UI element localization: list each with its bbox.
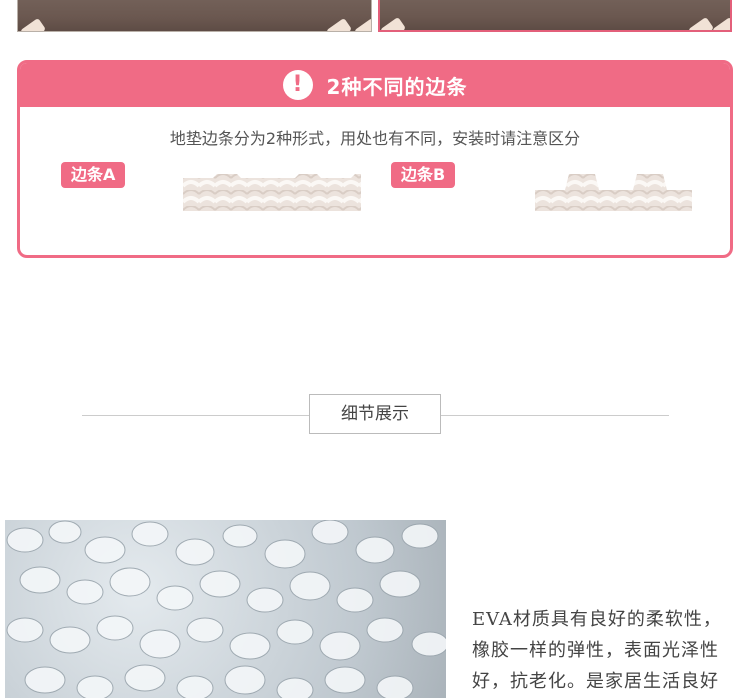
section-divider-left [82,415,310,416]
edge-strip-a-image [183,174,361,211]
edge-strip-panel: ! 2种不同的边条 地垫边条分为2种形式，用处也有不同，安装时请注意区分 边条A… [17,60,733,258]
edge-strip-b-image [535,174,692,211]
alert-icon: ! [282,70,313,100]
panel-description: 地垫边条分为2种形式，用处也有不同，安装时请注意区分 [169,129,581,148]
material-description-line: 橡胶一样的弹性，表面光泽性 [472,640,719,661]
mat-tooth [353,17,371,31]
mat-image-brown [17,0,372,32]
mat-tooth [325,17,353,31]
mat-tooth [687,16,715,30]
mat-image-selected [378,0,732,32]
pellets-illustration [6,520,446,698]
material-description-line: EVA材质具有良好的柔软性， [472,609,722,630]
panel-header: ! 2种不同的边条 [20,63,730,107]
mat-tooth [380,16,407,30]
section-divider-right [441,415,669,416]
material-description-line: 好，抗老化。是家居生活良好 [472,671,719,692]
edge-strip-a-tag: 边条A [61,162,126,188]
material-description: EVA材质具有良好的柔软性， 橡胶一样的弹性，表面光泽性 好，抗老化。是家居生活… [472,604,750,697]
panel-title: 2种不同的边条 [326,74,468,99]
eva-pellets-image [5,520,446,698]
section-title: 细节展示 [309,394,441,434]
edge-strip-b-tag: 边条B [391,162,456,188]
mat-tooth [19,17,47,31]
mat-tooth [711,16,730,30]
